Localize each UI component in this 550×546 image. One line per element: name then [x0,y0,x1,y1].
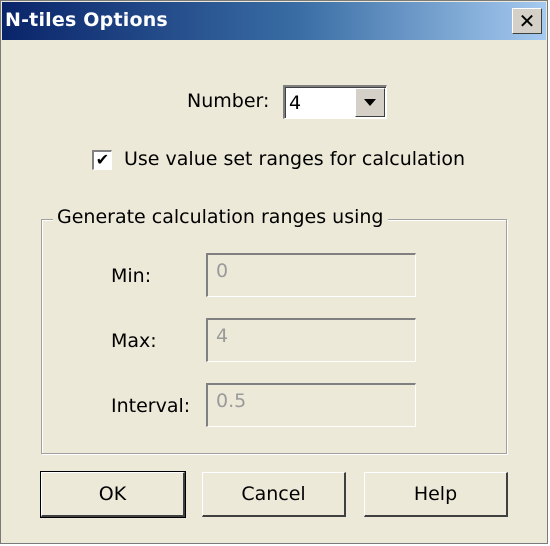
max-field-value: 4 [216,325,229,347]
close-icon: ✕ [518,9,536,33]
interval-label: Interval: [111,395,191,417]
dropdown-arrow-button[interactable] [355,88,385,117]
interval-field-value: 0.5 [216,390,247,412]
window-title: N-tiles Options [5,9,168,31]
calculation-ranges-group-title: Generate calculation ranges using [53,206,388,228]
title-bar: N-tiles Options ✕ [2,2,546,40]
number-dropdown-value: 4 [289,92,302,114]
number-label: Number: [187,90,270,112]
cancel-button-label: Cancel [241,483,306,505]
help-button[interactable]: Help [364,472,508,517]
cancel-button[interactable]: Cancel [202,472,346,517]
use-value-set-checkbox[interactable]: ✔ [92,150,112,170]
n-tiles-options-dialog: N-tiles Options ✕ Number: 4 ✔ Use value … [0,0,548,544]
checkmark-icon: ✔ [95,150,110,169]
close-button[interactable]: ✕ [512,8,542,34]
number-dropdown[interactable]: 4 [283,85,387,119]
min-label: Min: [111,265,152,287]
min-field[interactable]: 0 [206,253,416,297]
max-field[interactable]: 4 [206,318,416,362]
use-value-set-label[interactable]: Use value set ranges for calculation [124,148,465,170]
help-button-label: Help [413,483,458,505]
chevron-down-icon [364,99,376,106]
max-label: Max: [111,330,157,352]
ok-button-label: OK [98,483,127,505]
interval-field[interactable]: 0.5 [206,383,416,427]
ok-button[interactable]: OK [40,471,186,518]
min-field-value: 0 [216,260,229,282]
